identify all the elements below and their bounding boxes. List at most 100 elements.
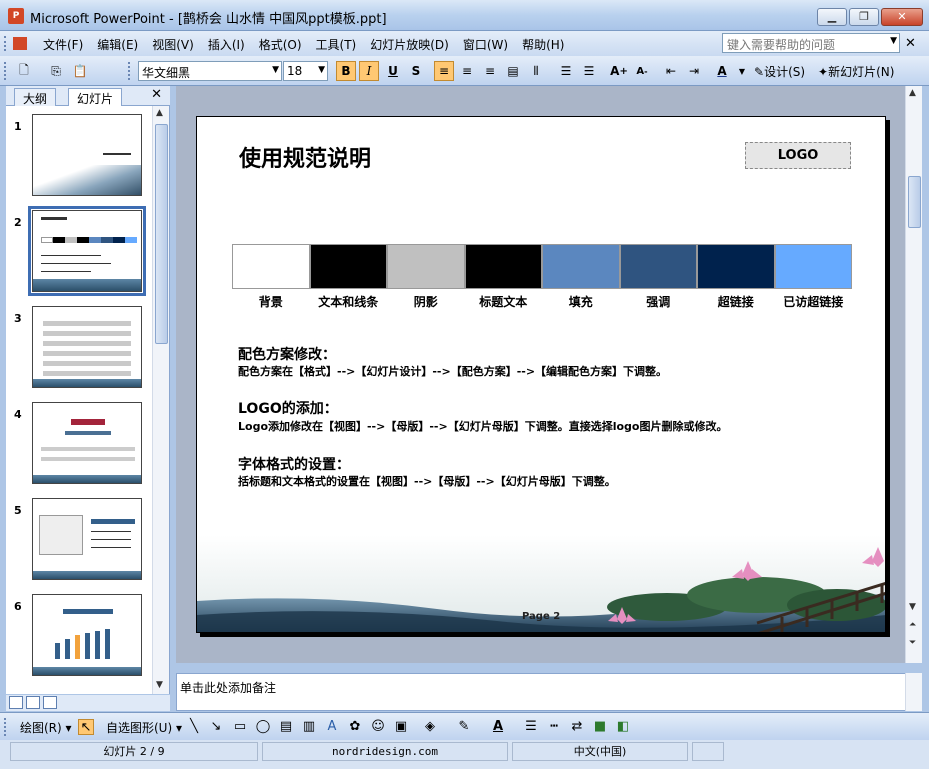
scroll-up-icon[interactable]: ▲ [909,88,916,98]
notes-pane[interactable]: 单击此处添加备注 [176,673,907,711]
slide-thumbnail-4[interactable] [32,402,142,484]
font-color-dropdown-icon[interactable]: ▼ [732,61,752,81]
shadow-button[interactable]: S [406,61,426,81]
paste-icon[interactable]: 📋 [70,61,90,81]
bold-button[interactable]: B [336,61,356,81]
vertical-textbox-icon[interactable]: ▥ [301,719,317,735]
oval-icon[interactable]: ◯ [255,719,271,735]
italic-button[interactable]: I [359,61,379,81]
slide-thumbnail-1[interactable] [32,114,142,196]
font-color-icon[interactable]: A [712,61,732,81]
tab-slides[interactable]: 幻灯片 [68,88,123,106]
align-right-icon[interactable]: ≡ [480,61,500,81]
restore-button[interactable]: ❐ [849,8,879,26]
decrease-font-icon[interactable]: A- [632,61,652,81]
new-document-icon[interactable]: 🗋 [14,61,34,81]
wordart-icon[interactable]: A [324,719,340,735]
line-icon[interactable]: ╲ [186,719,202,735]
color-swatch[interactable] [387,244,465,289]
decrease-indent-icon[interactable]: ⇤ [661,61,681,81]
copy-icon[interactable]: ⎘ [46,61,66,81]
menu-format[interactable]: 格式(O) [252,35,309,54]
color-swatch[interactable] [309,244,387,289]
slide-thumbnail-6[interactable] [32,594,142,676]
color-swatch[interactable] [619,244,697,289]
color-swatch[interactable] [542,244,620,289]
chevron-down-icon[interactable]: ▼ [272,65,279,75]
textbox-icon[interactable]: ▤ [278,719,294,735]
new-slide-button[interactable]: ✦新幻灯片(N) [818,63,894,80]
close-document-icon[interactable]: ✕ [905,36,916,51]
menu-view[interactable]: 视图(V) [145,35,201,54]
fill-color-icon[interactable]: ◈ [422,719,438,735]
toolbar-grip-2[interactable] [128,62,131,80]
menu-edit[interactable]: 编辑(E) [90,35,145,54]
align-left-icon[interactable]: ≡ [434,61,454,81]
scroll-up-icon[interactable]: ▲ [156,108,163,118]
color-swatch[interactable] [774,244,852,289]
minimize-button[interactable]: ▁ [817,8,847,26]
editor-scrollbar[interactable]: ▲ ▼ ⏶ ⏷ [905,86,922,663]
design-button[interactable]: ✎设计(S) [754,63,805,80]
font-color-icon[interactable]: A [490,719,506,735]
rectangle-icon[interactable]: ▭ [232,719,248,735]
document-icon[interactable] [13,37,27,50]
shadow-style-icon[interactable]: ■ [592,719,608,735]
arrow-style-icon[interactable]: ⇄ [569,719,585,735]
powerpoint-icon[interactable]: P [8,8,24,24]
slideshow-view-icon[interactable] [43,696,57,709]
scroll-down-icon[interactable]: ▼ [909,602,916,612]
increase-font-icon[interactable]: A + [609,61,629,81]
dash-style-icon[interactable]: ┅ [546,719,562,735]
chevron-down-icon[interactable]: ▼ [318,65,325,75]
menu-file[interactable]: 文件(F) [36,35,90,54]
arrow-icon[interactable]: ↘ [208,719,224,735]
draw-menu-button[interactable]: 绘图(R) ▾ [20,719,72,736]
3d-style-icon[interactable]: ◧ [615,719,631,735]
scroll-thumb[interactable] [155,124,168,344]
color-swatch[interactable] [232,244,310,289]
normal-view-icon[interactable] [9,696,23,709]
line-color-icon[interactable]: ✎ [456,719,472,735]
scroll-thumb[interactable] [908,176,921,228]
menu-window[interactable]: 窗口(W) [456,35,515,54]
distribute-icon[interactable]: ⫴ [526,61,546,81]
slide-thumbnail-3[interactable] [32,306,142,388]
justify-icon[interactable]: ▤ [503,61,523,81]
menu-slideshow[interactable]: 幻灯片放映(D) [363,35,456,54]
close-button[interactable]: ✕ [881,8,923,26]
autoshapes-button[interactable]: 自选图形(U) ▾ [106,719,182,736]
clipart-icon[interactable]: ☺ [370,719,386,735]
font-name-select[interactable]: 华文细黑 ▼ [138,61,282,81]
line-style-icon[interactable]: ☰ [523,719,539,735]
diagram-icon[interactable]: ✿ [347,719,363,735]
toolbar-grip[interactable] [4,718,7,736]
tab-outline[interactable]: 大纲 [14,88,57,106]
logo-placeholder[interactable]: LOGO [745,142,851,169]
menu-help[interactable]: 帮助(H) [515,35,571,54]
align-center-icon[interactable]: ≡ [457,61,477,81]
picture-icon[interactable]: ▣ [393,719,409,735]
menu-grip[interactable] [4,36,7,51]
toolbar-grip[interactable] [4,62,7,80]
help-search-input[interactable]: 键入需要帮助的问题 ▼ [722,33,900,53]
next-slide-icon[interactable]: ⏷ [909,638,916,648]
color-swatch[interactable] [697,244,775,289]
menu-insert[interactable]: 插入(I) [201,35,252,54]
slide-title[interactable]: 使用规范说明 [239,141,371,173]
color-swatch[interactable] [464,244,542,289]
chevron-down-icon[interactable]: ▼ [890,36,897,46]
increase-indent-icon[interactable]: ⇥ [684,61,704,81]
numbered-list-icon[interactable]: ☰ [556,61,576,81]
select-pointer-icon[interactable]: ↖ [78,719,94,735]
notes-scrollbar[interactable] [905,673,922,711]
slide-thumbnail-2[interactable] [28,206,146,296]
current-slide[interactable]: 使用规范说明 LOGO 背景 文本和线条 阴影 标题文本 填充 强调 超链接 已… [196,116,886,633]
slide-thumbnail-5[interactable] [32,498,142,580]
slide-sorter-view-icon[interactable] [26,696,40,709]
previous-slide-icon[interactable]: ⏶ [909,620,916,630]
bullet-list-icon[interactable]: ☰ [579,61,599,81]
scroll-down-icon[interactable]: ▼ [156,680,163,690]
underline-button[interactable]: U [383,61,403,81]
close-panel-icon[interactable]: ✕ [151,87,162,102]
